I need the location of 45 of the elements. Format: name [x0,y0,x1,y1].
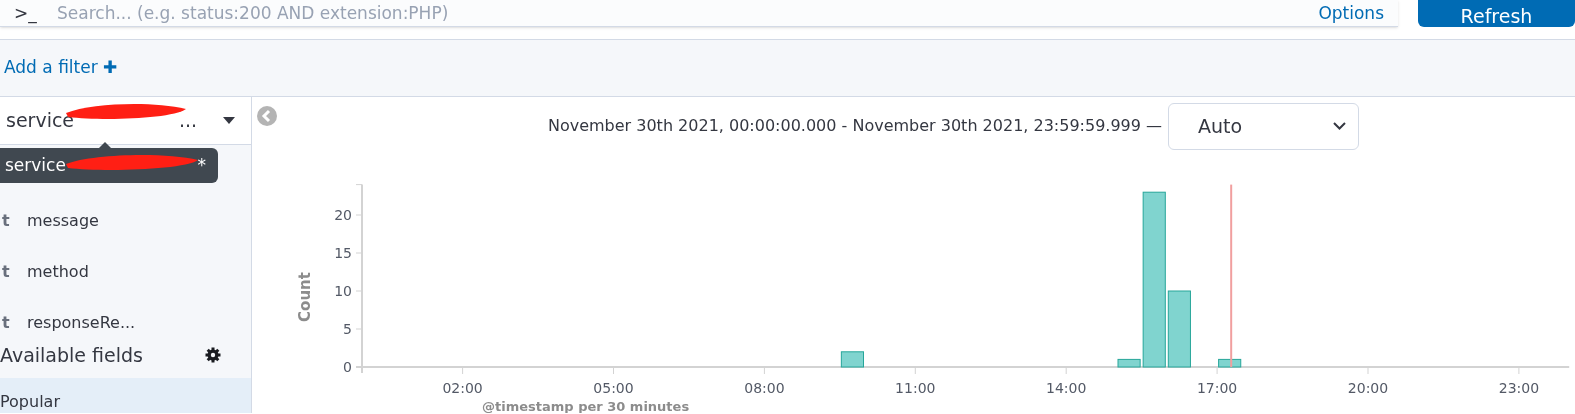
tooltip-text: service [5,153,66,177]
x-tick-label: 02:00 [442,380,483,396]
interval-select[interactable]: Auto [1168,102,1360,150]
caret-icon [223,117,235,124]
y-tick-label: 15 [334,245,352,261]
add-filter-link[interactable]: Add a filter ✚ [4,55,118,81]
prompt-text: >_ [14,2,37,24]
search-placeholder: Search... (e.g. status:200 AND extension:PHP) [57,2,449,24]
popular-heading: Popular [0,392,60,411]
y-axis-title: Count [296,272,314,322]
field-type-icon: t [0,208,27,233]
settings-icon[interactable] [205,347,221,363]
options-link[interactable]: Options [1318,2,1384,24]
x-tick-label: 14:00 [1046,380,1087,396]
x-tick-label: 05:00 [593,380,634,396]
ellipsis-text: ... [178,108,197,134]
tooltip-suffix: * [197,153,206,177]
y-tick-label: 0 [343,359,352,375]
chevron-down-icon [1333,122,1347,130]
field-name[interactable]: responseRe... [27,310,136,335]
field-name[interactable]: message [27,208,99,233]
x-tick-label: 17:00 [1196,380,1238,396]
histogram-bar[interactable] [840,351,864,368]
histogram-bar[interactable] [1117,358,1141,368]
search-field[interactable]: >_ Search... (e.g. status:200 AND extension:PHP) Options [0,0,1398,27]
y-tick-label: 5 [343,321,352,337]
histogram-bar[interactable] [1142,191,1166,368]
collapse-icon[interactable] [257,106,277,126]
histogram-bar[interactable] [1218,358,1242,368]
field-type-icon: t [0,310,27,335]
x-tick-label: 08:00 [744,380,785,396]
x-tick-label: 11:00 [895,380,936,396]
x-axis-title: @timestamp per 30 minutes [482,399,690,413]
field-type-icon: t [0,259,27,284]
field-name[interactable]: method [27,259,89,284]
x-tick-label: 20:00 [1347,380,1389,396]
x-tick-label: 23:00 [1498,380,1540,396]
index-pattern-select[interactable]: service ... [0,97,251,145]
section-heading: Available fields [0,342,144,368]
refresh-button[interactable]: Refresh [1418,0,1575,27]
histogram-bar[interactable] [1167,290,1191,368]
y-tick-label: 20 [334,207,352,223]
time-range-text: November 30th 2021, 00:00:00.000 - November 30th 2021, 23:59:59.999 — [547,115,1163,137]
y-tick-label: 10 [334,283,352,299]
index-pattern-name: service [6,108,75,134]
